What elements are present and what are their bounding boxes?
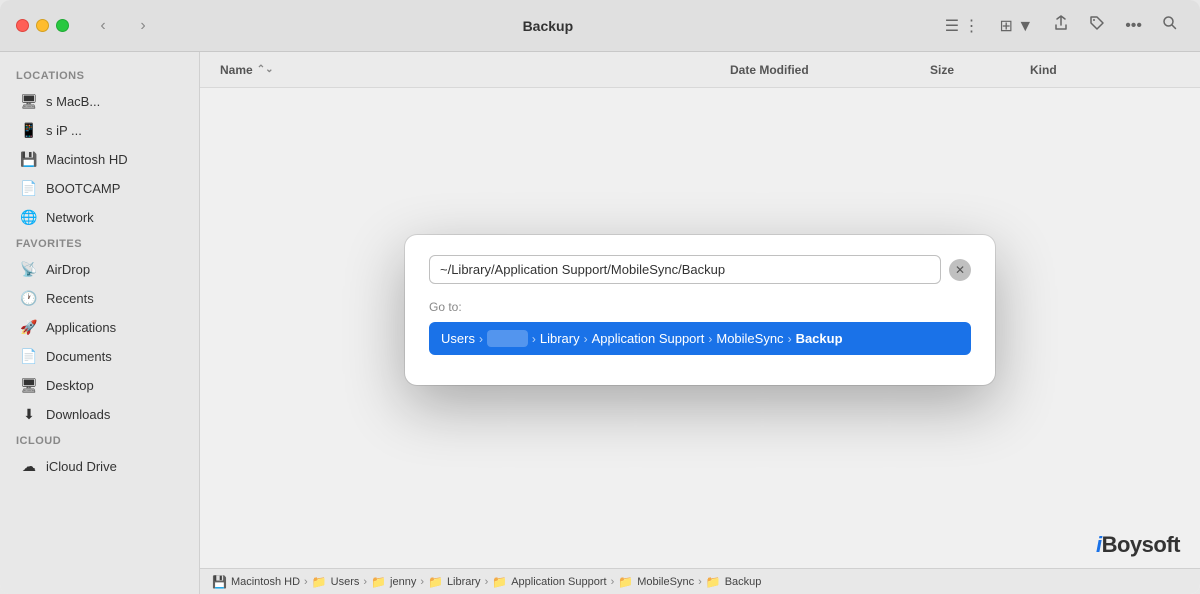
goto-label: Go to: — [429, 300, 971, 314]
main-area: Locations 🖥 s MacB... 📱 s iP ... 💾 Macintosh H… — [0, 52, 1200, 594]
finder-window: ‹ › Backup ☰ ⋮ ⊞ ▼ ••• — [0, 0, 1200, 594]
back-button[interactable]: ‹ — [89, 12, 117, 40]
close-button[interactable] — [16, 19, 29, 32]
path-sep-2: › — [584, 332, 588, 346]
network-icon: 🌐 — [20, 208, 38, 226]
icloud-drive-icon: ☁ — [20, 457, 38, 475]
sidebar-section-icloud: iCloud — [0, 429, 199, 451]
dialog-input-row: ✕ — [429, 255, 971, 284]
tag-button[interactable] — [1083, 11, 1111, 40]
path-sep-1: › — [532, 332, 536, 346]
share-button[interactable] — [1047, 11, 1075, 40]
maximize-button[interactable] — [56, 19, 69, 32]
goto-input[interactable] — [429, 255, 941, 284]
sidebar-item-label-icloud-drive: iCloud Drive — [46, 459, 117, 474]
status-application-support[interactable]: 📁 Application Support — [492, 575, 606, 589]
sidebar-section-favorites: Favorites — [0, 232, 199, 254]
content-area: Name ⌃⌄ Date Modified Size Kind iBoysoft — [200, 52, 1200, 594]
airdrop-icon: 📡 — [20, 260, 38, 278]
sidebar-item-label-macintosh-hd: Macintosh HD — [46, 152, 128, 167]
sidebar-item-label-applications: Applications — [46, 320, 116, 335]
sidebar-item-network[interactable]: 🌐 Network — [4, 203, 195, 231]
sidebar-item-ip[interactable]: 📱 s iP ... — [4, 116, 195, 144]
applications-icon: 🚀 — [20, 318, 38, 336]
sidebar-item-label-macb: s MacB... — [46, 94, 100, 109]
path-item-users[interactable]: Users — [441, 331, 475, 346]
path-item-mobilesync[interactable]: MobileSync — [716, 331, 783, 346]
sidebar-item-bootcamp[interactable]: 📄 BOOTCAMP — [4, 174, 195, 202]
sidebar-item-icloud-drive[interactable]: ☁ iCloud Drive — [4, 452, 195, 480]
status-library[interactable]: 📁 Library — [428, 575, 481, 589]
sidebar-item-macb[interactable]: 🖥 s MacB... — [4, 87, 195, 115]
status-users[interactable]: 📁 Users — [312, 575, 360, 589]
dialog-path: Users › › Library › Application Support … — [429, 322, 971, 355]
sidebar-item-recents[interactable]: 🕐 Recents — [4, 284, 195, 312]
statusbar: 💾 Macintosh HD › 📁 Users › 📁 jenny › — [200, 568, 1200, 594]
more-button[interactable]: ••• — [1119, 13, 1148, 39]
path-item-backup[interactable]: Backup — [796, 331, 843, 346]
sidebar-item-applications[interactable]: 🚀 Applications — [4, 313, 195, 341]
bootcamp-icon: 📄 — [20, 179, 38, 197]
forward-button[interactable]: › — [129, 12, 157, 40]
sidebar-item-label-documents: Documents — [46, 349, 112, 364]
status-mobilesync[interactable]: 📁 MobileSync — [618, 575, 694, 589]
status-jenny[interactable]: 📁 jenny — [371, 575, 416, 589]
sidebar: Locations 🖥 s MacB... 📱 s iP ... 💾 Macintosh H… — [0, 52, 200, 594]
desktop-icon: 🖥 — [20, 376, 38, 394]
path-item-username[interactable] — [487, 330, 528, 347]
sidebar-item-airdrop[interactable]: 📡 AirDrop — [4, 255, 195, 283]
path-sep-3: › — [708, 332, 712, 346]
minimize-button[interactable] — [36, 19, 49, 32]
sidebar-item-label-airdrop: AirDrop — [46, 262, 90, 277]
traffic-lights — [16, 19, 69, 32]
path-sep-4: › — [788, 332, 792, 346]
sidebar-item-desktop[interactable]: 🖥 Desktop — [4, 371, 195, 399]
grid-view-button[interactable]: ⊞ ▼ — [994, 12, 1040, 40]
mobilesync-folder-icon: 📁 — [618, 575, 633, 589]
sidebar-item-label-downloads: Downloads — [46, 407, 110, 422]
sidebar-item-label-ip: s iP ... — [46, 123, 82, 138]
path-item-application-support[interactable]: Application Support — [592, 331, 705, 346]
macintosh-hd-icon: 💾 — [20, 150, 38, 168]
goto-dialog: ✕ Go to: Users › › Library › Applicati — [405, 235, 995, 385]
window-title: Backup — [169, 18, 927, 34]
users-folder-icon: 📁 — [312, 575, 327, 589]
sidebar-item-label-network: Network — [46, 210, 94, 225]
search-button[interactable] — [1156, 11, 1184, 40]
documents-icon: 📄 — [20, 347, 38, 365]
path-sep-0: › — [479, 332, 483, 346]
jenny-folder-icon: 📁 — [371, 575, 386, 589]
dialog-close-button[interactable]: ✕ — [949, 259, 971, 281]
recents-icon: 🕐 — [20, 289, 38, 307]
sidebar-item-documents[interactable]: 📄 Documents — [4, 342, 195, 370]
sidebar-section-locations: Locations — [0, 64, 199, 86]
macintosh-hd-icon: 💾 — [212, 575, 227, 589]
list-view-button[interactable]: ☰ ⋮ — [939, 12, 986, 40]
status-macintosh-hd[interactable]: 💾 Macintosh HD — [212, 575, 300, 589]
downloads-icon: ⬇ — [20, 405, 38, 423]
toolbar-right: ☰ ⋮ ⊞ ▼ ••• — [939, 11, 1184, 40]
dialog-overlay: ✕ Go to: Users › › Library › Applicati — [200, 52, 1200, 568]
titlebar: ‹ › Backup ☰ ⋮ ⊞ ▼ ••• — [0, 0, 1200, 52]
sidebar-item-label-recents: Recents — [46, 291, 94, 306]
appsupport-folder-icon: 📁 — [492, 575, 507, 589]
path-item-library[interactable]: Library — [540, 331, 580, 346]
sidebar-item-macintosh-hd[interactable]: 💾 Macintosh HD — [4, 145, 195, 173]
macb-icon: 🖥 — [20, 92, 38, 110]
sidebar-item-downloads[interactable]: ⬇ Downloads — [4, 400, 195, 428]
library-folder-icon: 📁 — [428, 575, 443, 589]
status-breadcrumb: 💾 Macintosh HD › 📁 Users › 📁 jenny › — [212, 575, 1188, 589]
sidebar-item-label-desktop: Desktop — [46, 378, 94, 393]
backup-folder-icon: 📁 — [706, 575, 721, 589]
ip-icon: 📱 — [20, 121, 38, 139]
sidebar-item-label-bootcamp: BOOTCAMP — [46, 181, 120, 196]
status-backup[interactable]: 📁 Backup — [706, 575, 762, 589]
